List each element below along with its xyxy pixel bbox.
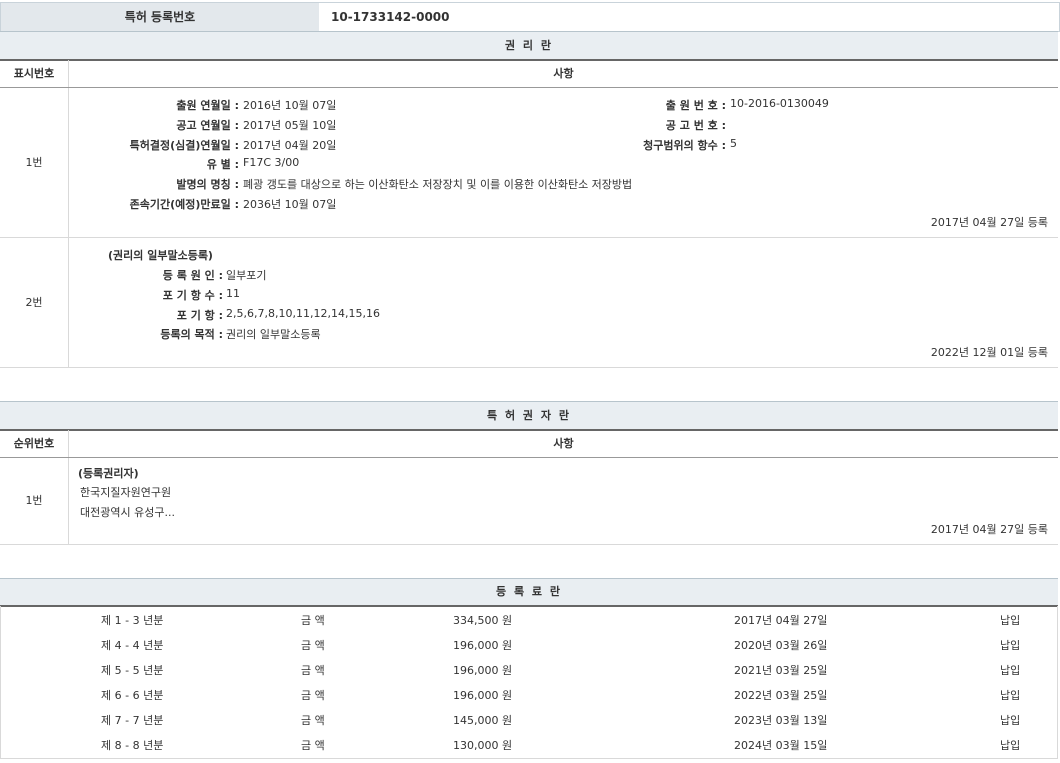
fee-row: 제 8 - 8 년분 금 액 130,000 원 2024년 03월 15일 납… xyxy=(1,734,1059,754)
rights-row-1-no: 1번 xyxy=(0,88,69,237)
rights-row-2: 2번 (권리의 일부말소등록) 등 록 원 인 : 일부포기 포 기 항 수 :… xyxy=(0,238,1058,368)
fee-row: 제 7 - 7 년분 금 액 145,000 원 2023년 03월 13일 납… xyxy=(1,709,1059,729)
fee-date: 2017년 04월 27일 xyxy=(734,612,827,628)
rights-col-no: 표시번호 xyxy=(0,60,69,87)
fee-amount: 145,000 원 xyxy=(453,712,512,728)
fee-date: 2023년 03월 13일 xyxy=(734,712,827,728)
holders-row-1-no: 1번 xyxy=(0,458,69,544)
holder-heading: (등록권리자) xyxy=(78,465,139,481)
fee-status: 납입 xyxy=(1000,712,1020,728)
rights-col-items: 사항 xyxy=(69,60,1058,87)
reg-no-value: 10-1733142-0000 xyxy=(331,3,450,31)
waived-count-value: 11 xyxy=(226,287,240,300)
filing-date-value: 2016년 10월 07일 xyxy=(243,97,336,113)
decision-date-value: 2017년 04월 20일 xyxy=(243,137,336,153)
fee-amount: 130,000 원 xyxy=(453,737,512,753)
waived-claims-label: 포 기 항 : xyxy=(53,307,223,323)
application-no-value: 10-2016-0130049 xyxy=(730,97,829,110)
rights-title: 권 리 란 xyxy=(0,31,1058,61)
fee-row: 제 6 - 6 년분 금 액 196,000 원 2022년 03월 25일 납… xyxy=(1,684,1059,704)
reg-cause-value: 일부포기 xyxy=(226,267,266,283)
holders-row-1-date: 2017년 04월 27일 등록 xyxy=(931,521,1048,537)
waived-count-label: 포 기 항 수 : xyxy=(53,287,223,303)
fee-amount: 196,000 원 xyxy=(453,687,512,703)
application-no-label: 출 원 번 호 : xyxy=(556,97,726,113)
fee-period: 제 1 - 3 년분 xyxy=(101,612,163,628)
fee-amount-label: 금 액 xyxy=(301,712,325,728)
fee-amount-label: 금 액 xyxy=(301,687,325,703)
fee-period: 제 4 - 4 년분 xyxy=(101,637,163,653)
invention-title-label: 발명의 명칭 : xyxy=(69,176,239,192)
reg-no-bar: 특허 등록번호 10-1733142-0000 xyxy=(0,2,1060,32)
rights-col-header: 표시번호 사항 xyxy=(0,60,1058,88)
fee-row: 제 5 - 5 년분 금 액 196,000 원 2021년 03월 25일 납… xyxy=(1,659,1059,679)
reg-purpose-label: 등록의 목적 : xyxy=(53,326,223,342)
publication-date-value: 2017년 05월 10일 xyxy=(243,117,336,133)
claims-count-value: 5 xyxy=(730,137,737,150)
waived-claims-value: 2,5,6,7,8,10,11,12,14,15,16 xyxy=(226,307,380,320)
expiry-date-label: 존속기간(예정)만료일 : xyxy=(69,196,239,212)
fee-status: 납입 xyxy=(1000,662,1020,678)
fee-status: 납입 xyxy=(1000,737,1020,753)
reg-no-label: 특허 등록번호 xyxy=(1,3,319,31)
fee-date: 2020년 03월 26일 xyxy=(734,637,827,653)
decision-date-label: 특허결정(심결)연월일 : xyxy=(69,137,239,153)
rights-row-1-date: 2017년 04월 27일 등록 xyxy=(931,214,1048,230)
holders-title: 특 허 권 자 란 xyxy=(0,401,1058,431)
fee-status: 납입 xyxy=(1000,687,1020,703)
filing-date-label: 출원 연월일 : xyxy=(69,97,239,113)
fee-period: 제 7 - 7 년분 xyxy=(101,712,163,728)
holder-name: 한국지질자원연구원 xyxy=(80,484,171,500)
reg-cause-label: 등 록 원 인 : xyxy=(53,267,223,283)
publication-date-label: 공고 연월일 : xyxy=(69,117,239,133)
fees-table: 제 1 - 3 년분 금 액 334,500 원 2017년 04월 27일 납… xyxy=(0,606,1058,759)
fee-status: 납입 xyxy=(1000,612,1020,628)
holders-row-1: 1번 (등록권리자) 한국지질자원연구원 대전광역시 유성구... 2017년 … xyxy=(0,458,1058,545)
holders-col-items: 사항 xyxy=(69,430,1058,457)
fee-date: 2022년 03월 25일 xyxy=(734,687,827,703)
fee-period: 제 8 - 8 년분 xyxy=(101,737,163,753)
classification-label: 유 별 : xyxy=(69,156,239,172)
fee-amount: 196,000 원 xyxy=(453,662,512,678)
classification-value: F17C 3/00 xyxy=(243,156,299,169)
holders-col-header: 순위번호 사항 xyxy=(0,430,1058,458)
reg-purpose-value: 권리의 일부말소등록 xyxy=(226,326,321,342)
fee-period: 제 6 - 6 년분 xyxy=(101,687,163,703)
invention-title-value: 폐광 갱도를 대상으로 하는 이산화탄소 저장장치 및 이를 이용한 이산화탄소… xyxy=(243,176,632,192)
fee-row: 제 4 - 4 년분 금 액 196,000 원 2020년 03월 26일 납… xyxy=(1,634,1059,654)
publication-no-label: 공 고 번 호 : xyxy=(556,117,726,133)
fee-date: 2021년 03월 25일 xyxy=(734,662,827,678)
claims-count-label: 청구범위의 항수 : xyxy=(556,137,726,153)
rights-row-2-date: 2022년 12월 01일 등록 xyxy=(931,344,1048,360)
rights-row-1: 1번 출원 연월일 : 2016년 10월 07일 공고 연월일 : 2017년… xyxy=(0,88,1058,238)
fee-amount-label: 금 액 xyxy=(301,662,325,678)
fee-status: 납입 xyxy=(1000,637,1020,653)
fee-row: 제 1 - 3 년분 금 액 334,500 원 2017년 04월 27일 납… xyxy=(1,609,1059,629)
rights-row-1-body: 출원 연월일 : 2016년 10월 07일 공고 연월일 : 2017년 05… xyxy=(69,88,1058,237)
fees-title: 등 록 료 란 xyxy=(0,578,1058,607)
fee-amount-label: 금 액 xyxy=(301,737,325,753)
fee-amount: 196,000 원 xyxy=(453,637,512,653)
expiry-date-value: 2036년 10월 07일 xyxy=(243,196,336,212)
fee-amount-label: 금 액 xyxy=(301,612,325,628)
partial-cancel-heading: (권리의 일부말소등록) xyxy=(108,247,213,263)
holder-address: 대전광역시 유성구... xyxy=(80,504,175,520)
holders-col-no: 순위번호 xyxy=(0,430,69,457)
fee-date: 2024년 03월 15일 xyxy=(734,737,827,753)
fee-amount-label: 금 액 xyxy=(301,637,325,653)
fee-period: 제 5 - 5 년분 xyxy=(101,662,163,678)
holders-row-1-body: (등록권리자) 한국지질자원연구원 대전광역시 유성구... 2017년 04월… xyxy=(69,458,1058,544)
rights-row-2-body: (권리의 일부말소등록) 등 록 원 인 : 일부포기 포 기 항 수 : 11… xyxy=(69,238,1058,367)
fee-amount: 334,500 원 xyxy=(453,612,512,628)
